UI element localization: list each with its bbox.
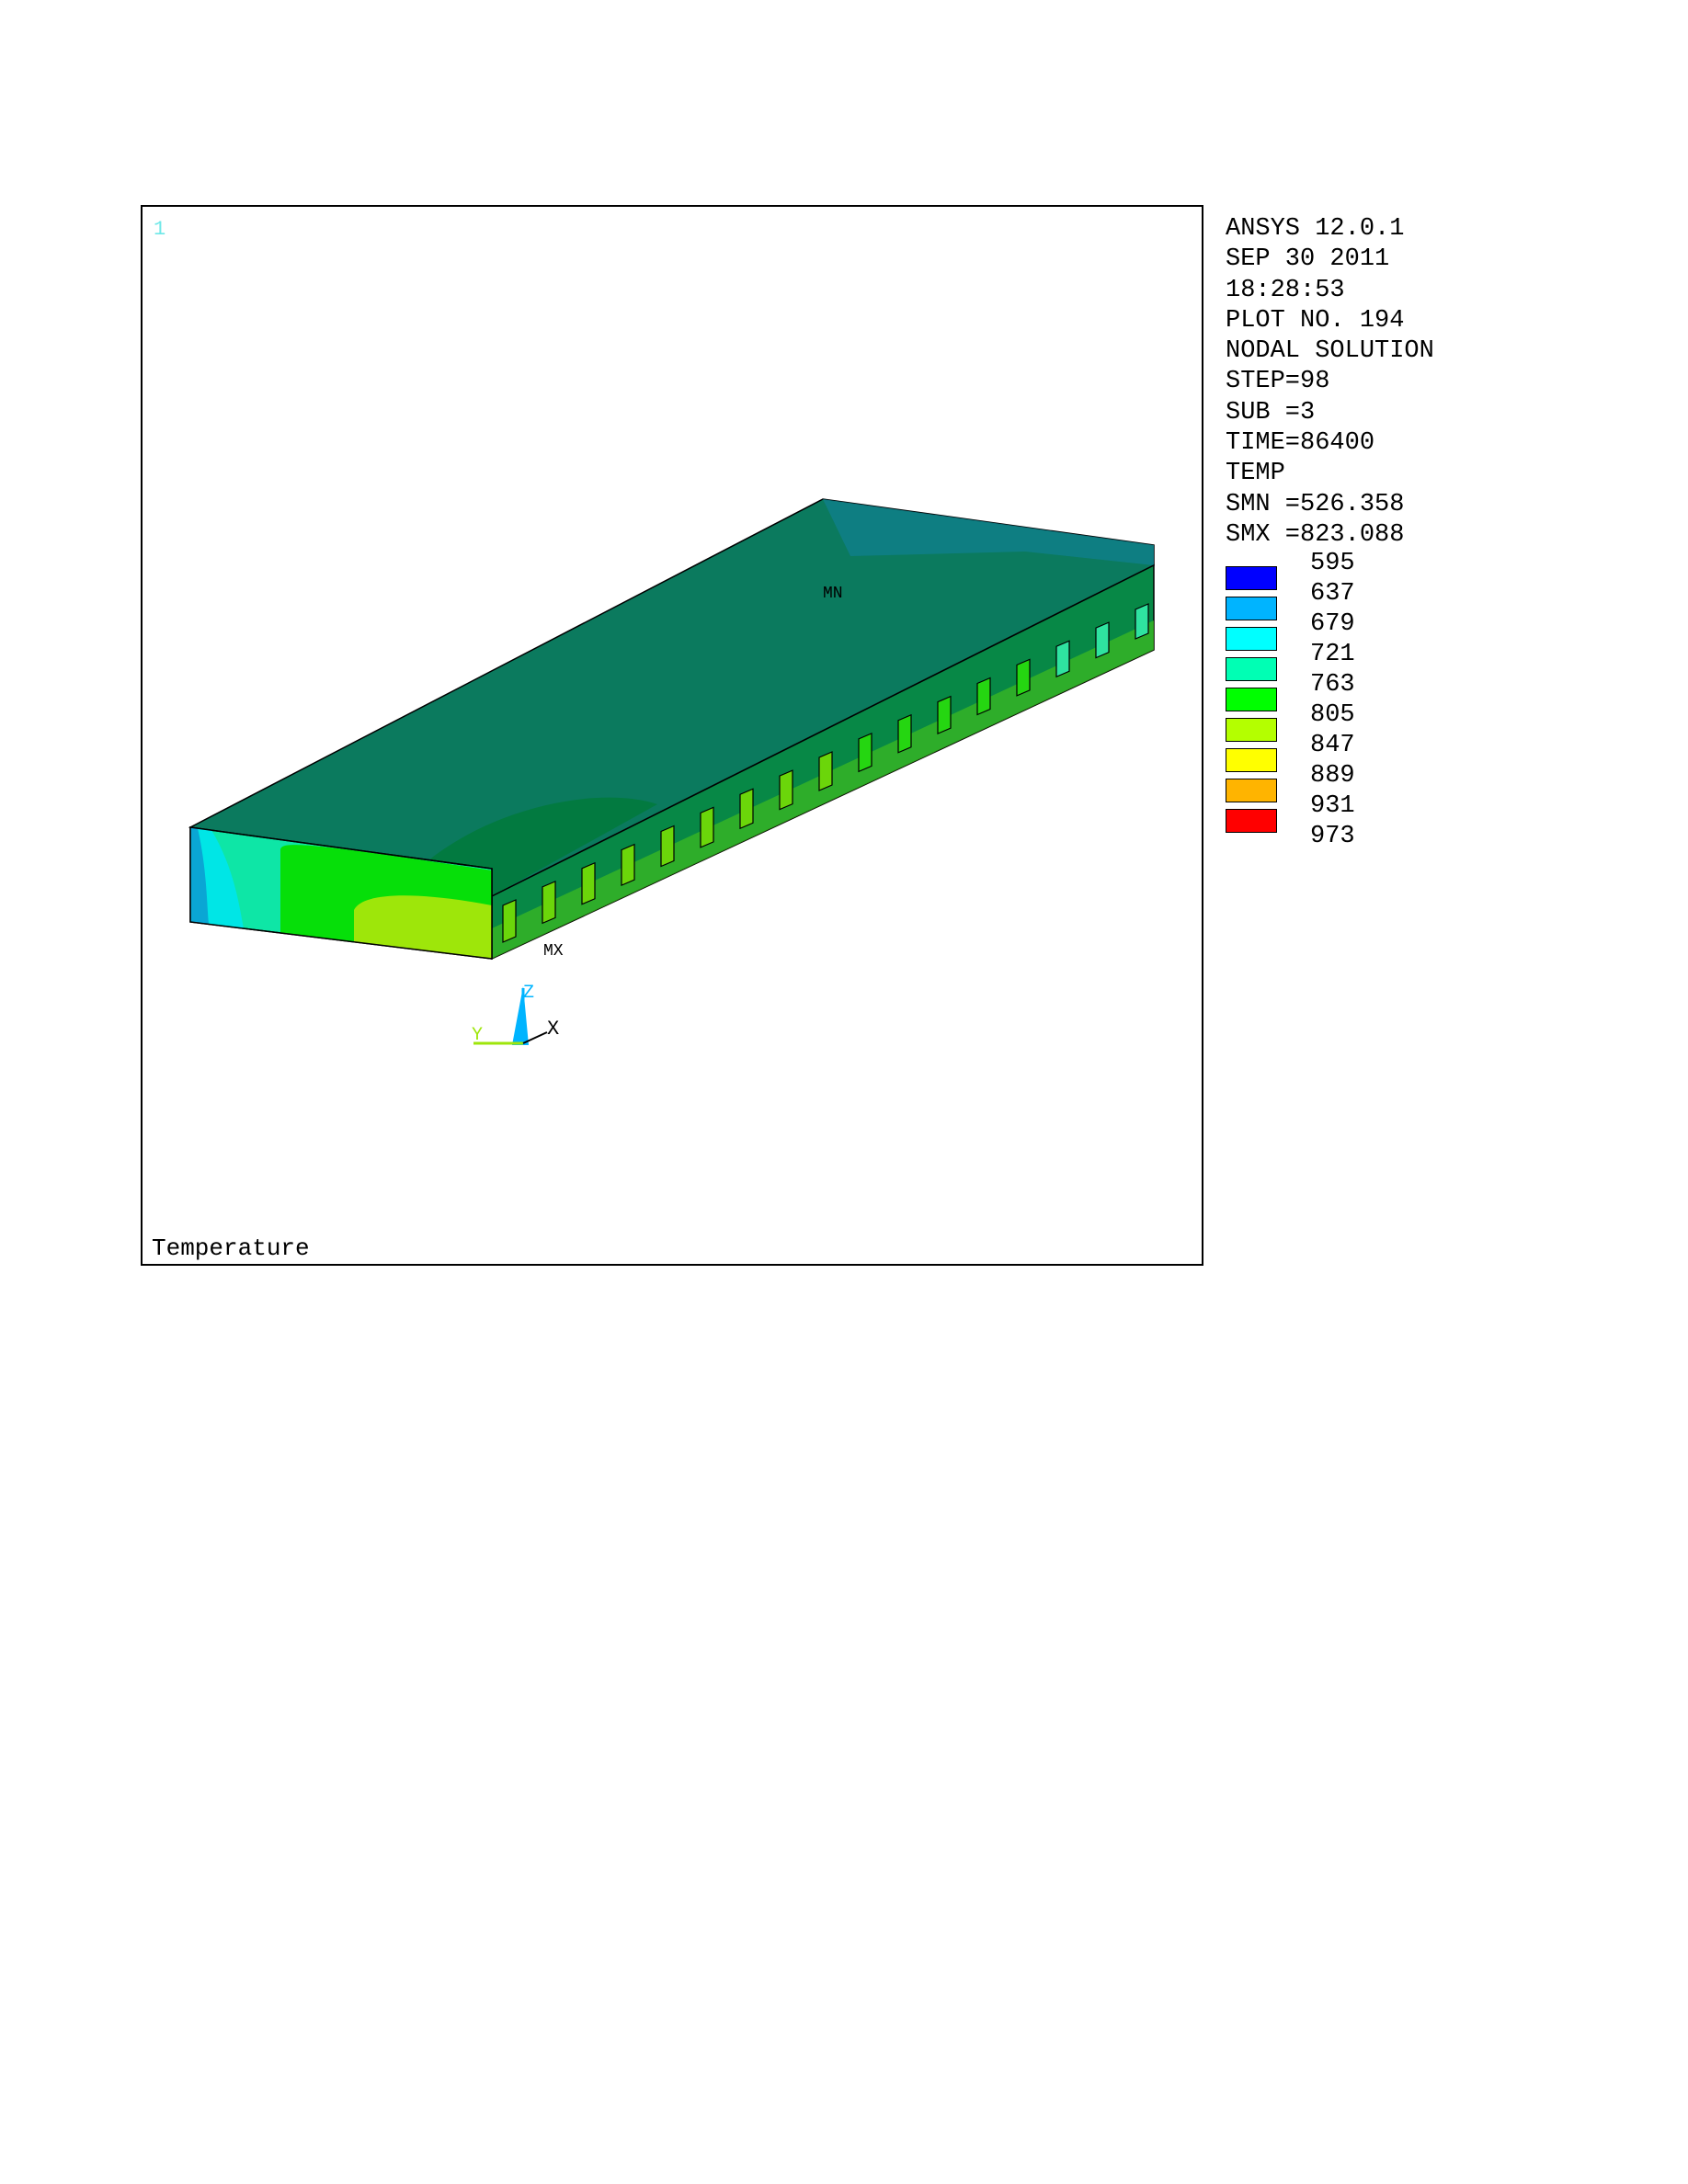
coordinate-triad: Z Y X [472, 983, 559, 1046]
info-line-min-value: SMN =526.358 [1226, 490, 1405, 518]
info-line-solution-time: TIME=86400 [1226, 429, 1375, 458]
info-line-substep: SUB =3 [1226, 398, 1316, 427]
fin-tooth [700, 806, 714, 848]
fin-tooth [739, 788, 754, 830]
info-line-solution-type: NODAL SOLUTION [1226, 337, 1434, 366]
legend-value: 889 [1310, 762, 1355, 790]
legend-value: 931 [1310, 792, 1355, 820]
fin-tooth [897, 713, 912, 754]
fin-tooth [937, 695, 952, 735]
legend-swatch [1226, 718, 1277, 742]
info-line-time: 18:28:53 [1226, 276, 1345, 304]
fin-tooth [502, 899, 517, 943]
graphics-viewport[interactable]: MN MX Z Y X 1 Temperature [141, 205, 1203, 1266]
legend-swatch [1226, 748, 1277, 772]
legend-value: 679 [1310, 610, 1355, 638]
fin-tooth [1055, 640, 1070, 678]
legend-value: 847 [1310, 732, 1355, 759]
info-panel: ANSYS 12.0.1 SEP 30 2011 18:28:53 PLOT N… [1226, 214, 1667, 551]
legend-value: 763 [1310, 671, 1355, 699]
max-label: MX [543, 942, 564, 961]
fin-tooth [542, 880, 556, 925]
legend-value: 637 [1310, 580, 1355, 608]
info-line-result-item: TEMP [1226, 460, 1285, 488]
fin-tooth [1095, 621, 1110, 659]
triad-y-label: Y [472, 1025, 483, 1046]
info-line-product: ANSYS 12.0.1 [1226, 215, 1405, 243]
legend-swatch [1226, 566, 1277, 590]
fin-tooth [858, 732, 873, 773]
legend-swatch [1226, 779, 1277, 802]
triad-x-label: X [547, 1018, 559, 1041]
fin-tooth [660, 825, 675, 868]
fin-tooth [818, 751, 833, 791]
model-view: MN MX Z Y X [188, 498, 1155, 1046]
legend-swatch [1226, 627, 1277, 651]
legend-value: 595 [1310, 550, 1355, 577]
fin-tooth [1016, 658, 1031, 697]
info-line-date: SEP 30 2011 [1226, 245, 1390, 274]
fin-tooth [976, 677, 991, 716]
legend-value: 805 [1310, 701, 1355, 729]
legend-swatch [1226, 809, 1277, 833]
legend-value: 973 [1310, 823, 1355, 850]
plot-title: Temperature [152, 1234, 310, 1262]
contour-legend: 595 637 679 721 763 805 847 889 931 973 [1226, 550, 1667, 868]
info-line-max-value: SMX =823.088 [1226, 520, 1405, 549]
info-line-plot-number: PLOT NO. 194 [1226, 306, 1405, 335]
triad-z-label: Z [523, 983, 534, 1004]
legend-swatch [1226, 597, 1277, 620]
fin-tooth [621, 843, 635, 887]
legend-swatch [1226, 657, 1277, 681]
min-label: MN [823, 585, 843, 603]
window-number: 1 [154, 218, 166, 241]
legend-value: 721 [1310, 641, 1355, 668]
legend-swatch [1226, 688, 1277, 711]
fin-tooth [1135, 603, 1149, 640]
fin-tooth [779, 769, 793, 811]
info-line-step: STEP=98 [1226, 368, 1330, 396]
fin-tooth [581, 861, 596, 905]
